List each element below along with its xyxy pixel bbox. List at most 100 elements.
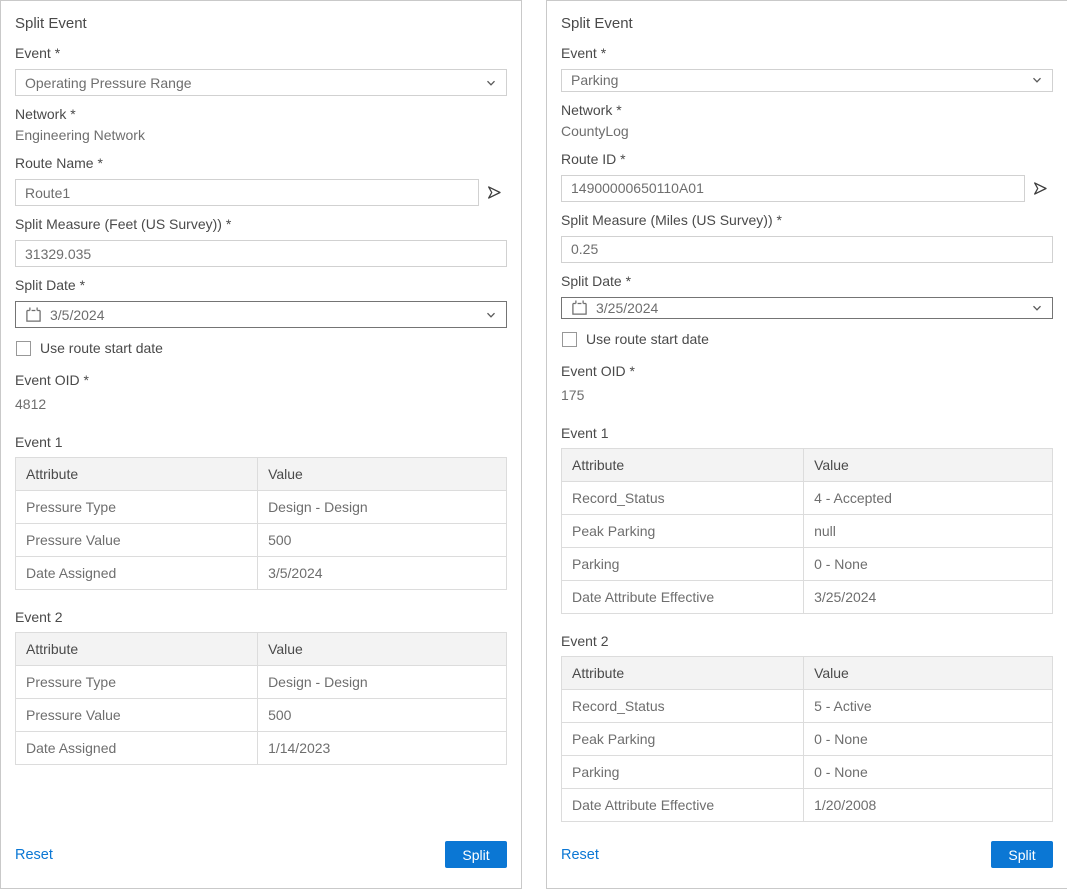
attribute-cell: Peak Parking <box>562 515 804 548</box>
event2-attributes-table: Attribute Value Record_Status 5 - Active… <box>561 656 1053 822</box>
reset-button[interactable]: Reset <box>15 847 53 863</box>
route-label: Route Name * <box>15 155 507 171</box>
split-button[interactable]: Split <box>445 841 507 868</box>
value-cell: null <box>804 515 1053 548</box>
attribute-cell: Date Assigned <box>16 732 258 765</box>
event-select-value: Operating Pressure Range <box>25 75 192 91</box>
date-label: Split Date * <box>15 277 507 293</box>
chevron-down-icon <box>1031 302 1043 314</box>
date-picker[interactable]: 3/5/2024 <box>15 301 507 328</box>
route-input[interactable] <box>15 179 479 206</box>
table-row: Pressure Value 500 <box>16 699 507 732</box>
table-row: Date Attribute Effective 3/25/2024 <box>562 581 1053 614</box>
table-row: Peak Parking 0 - None <box>562 723 1053 756</box>
route-map-picker-button[interactable] <box>481 179 507 206</box>
table-row: Peak Parking null <box>562 515 1053 548</box>
value-cell: Design - Design <box>258 491 507 524</box>
attribute-cell: Date Attribute Effective <box>562 581 804 614</box>
attribute-cell: Record_Status <box>562 690 804 723</box>
column-header-value: Value <box>804 657 1053 690</box>
table-row: Pressure Value 500 <box>16 524 507 557</box>
attribute-cell: Pressure Value <box>16 699 258 732</box>
attribute-cell: Pressure Type <box>16 491 258 524</box>
calendar-icon <box>571 299 588 316</box>
date-label: Split Date * <box>561 273 1053 289</box>
split-button[interactable]: Split <box>991 841 1053 868</box>
attribute-cell: Pressure Value <box>16 524 258 557</box>
date-value: 3/5/2024 <box>50 307 477 323</box>
split-event-panel-right: Split Event Event * Parking Network * Co… <box>546 0 1067 889</box>
page-title: Split Event <box>15 15 507 32</box>
event1-attributes-table: Attribute Value Pressure Type Design - D… <box>15 457 507 590</box>
event-select-value: Parking <box>571 72 618 88</box>
event2-attributes-table: Attribute Value Pressure Type Design - D… <box>15 632 507 765</box>
network-label: Network * <box>15 106 507 122</box>
attribute-cell: Peak Parking <box>562 723 804 756</box>
value-cell: 3/25/2024 <box>804 581 1053 614</box>
measure-input[interactable] <box>561 236 1053 263</box>
value-cell: 0 - None <box>804 548 1053 581</box>
value-cell: 0 - None <box>804 756 1053 789</box>
use-route-start-date-label: Use route start date <box>586 331 709 347</box>
event1-attributes-table: Attribute Value Record_Status 4 - Accept… <box>561 448 1053 614</box>
value-cell: 1/14/2023 <box>258 732 507 765</box>
event2-section-title: Event 2 <box>561 633 1053 649</box>
event1-section-title: Event 1 <box>15 434 507 450</box>
arrow-pointer-icon <box>1032 180 1049 197</box>
use-route-start-date-label: Use route start date <box>40 340 163 356</box>
value-cell: 500 <box>258 524 507 557</box>
event-oid-label: Event OID * <box>561 363 1053 379</box>
split-event-panel-left: Split Event Event * Operating Pressure R… <box>0 0 522 889</box>
value-cell: Design - Design <box>258 666 507 699</box>
page-title: Split Event <box>561 15 1053 32</box>
value-cell: 0 - None <box>804 723 1053 756</box>
event-label: Event * <box>15 45 507 61</box>
event-oid-value: 175 <box>561 387 1053 403</box>
event1-section-title: Event 1 <box>561 425 1053 441</box>
route-map-picker-button[interactable] <box>1027 175 1053 202</box>
network-value: CountyLog <box>561 123 1053 139</box>
value-cell: 500 <box>258 699 507 732</box>
column-header-attribute: Attribute <box>562 657 804 690</box>
column-header-attribute: Attribute <box>562 449 804 482</box>
table-row: Date Assigned 3/5/2024 <box>16 557 507 590</box>
attribute-cell: Date Attribute Effective <box>562 789 804 822</box>
column-header-value: Value <box>804 449 1053 482</box>
attribute-cell: Parking <box>562 756 804 789</box>
event-select[interactable]: Operating Pressure Range <box>15 69 507 96</box>
date-picker[interactable]: 3/25/2024 <box>561 297 1053 320</box>
reset-button[interactable]: Reset <box>561 847 599 863</box>
event2-section-title: Event 2 <box>15 609 507 625</box>
route-input[interactable] <box>561 175 1025 202</box>
table-row: Parking 0 - None <box>562 756 1053 789</box>
table-row: Record_Status 5 - Active <box>562 690 1053 723</box>
table-row: Parking 0 - None <box>562 548 1053 581</box>
table-row: Date Assigned 1/14/2023 <box>16 732 507 765</box>
use-route-start-date-checkbox[interactable] <box>562 332 577 347</box>
date-value: 3/25/2024 <box>596 300 1023 316</box>
use-route-start-date-checkbox[interactable] <box>16 341 31 356</box>
table-row: Pressure Type Design - Design <box>16 491 507 524</box>
value-cell: 1/20/2008 <box>804 789 1053 822</box>
event-label: Event * <box>561 45 1053 61</box>
table-row: Date Attribute Effective 1/20/2008 <box>562 789 1053 822</box>
network-label: Network * <box>561 102 1053 118</box>
attribute-cell: Parking <box>562 548 804 581</box>
attribute-cell: Date Assigned <box>16 557 258 590</box>
calendar-icon <box>25 306 42 323</box>
attribute-cell: Record_Status <box>562 482 804 515</box>
column-header-value: Value <box>258 633 507 666</box>
event-oid-value: 4812 <box>15 396 507 412</box>
column-header-attribute: Attribute <box>16 633 258 666</box>
measure-input[interactable] <box>15 240 507 267</box>
column-header-attribute: Attribute <box>16 458 258 491</box>
chevron-down-icon <box>485 77 497 89</box>
value-cell: 3/5/2024 <box>258 557 507 590</box>
network-value: Engineering Network <box>15 127 507 143</box>
value-cell: 5 - Active <box>804 690 1053 723</box>
chevron-down-icon <box>1031 74 1043 86</box>
event-select[interactable]: Parking <box>561 69 1053 92</box>
table-row: Record_Status 4 - Accepted <box>562 482 1053 515</box>
table-row: Pressure Type Design - Design <box>16 666 507 699</box>
route-label: Route ID * <box>561 151 1053 167</box>
